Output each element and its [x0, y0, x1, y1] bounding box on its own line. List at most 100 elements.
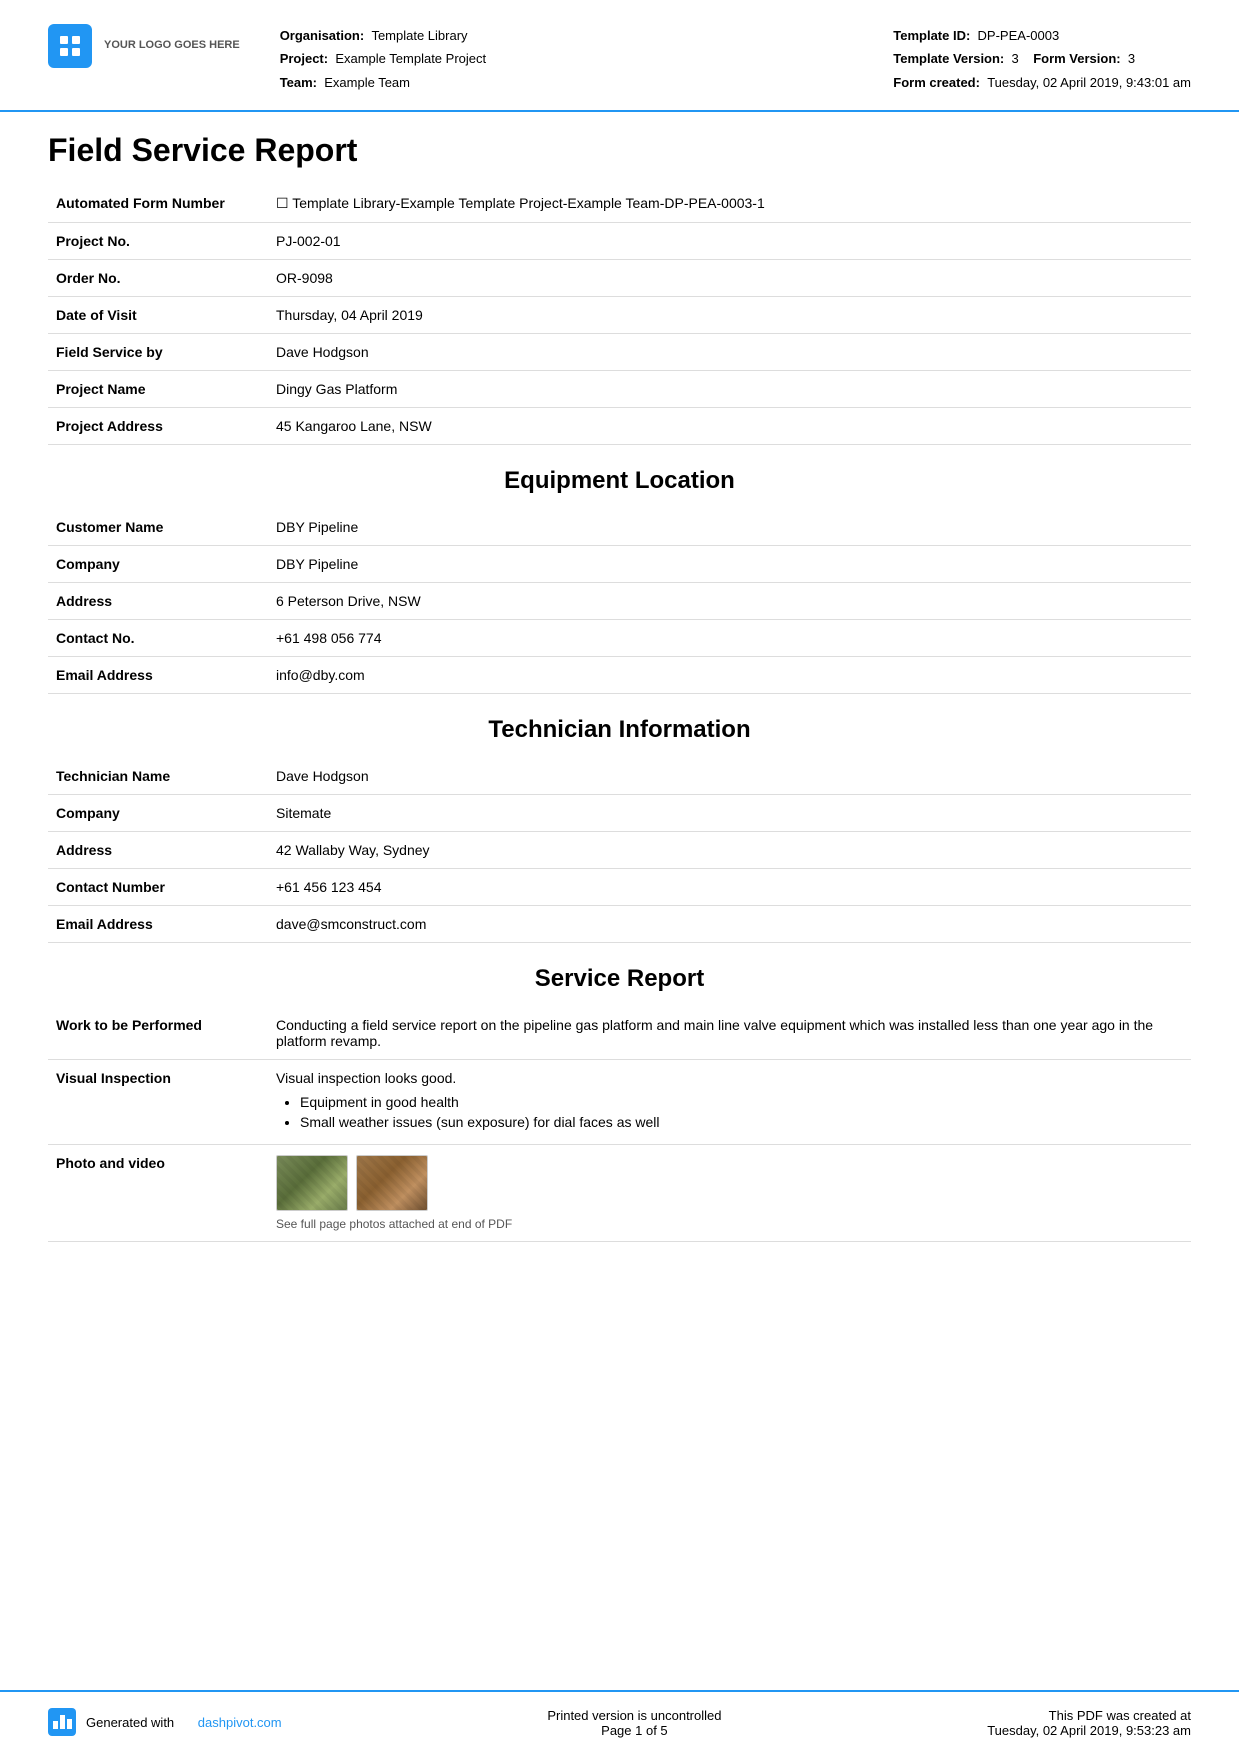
field-value: Sitemate: [268, 795, 1191, 832]
field-value: Visual inspection looks good. Equipment …: [268, 1060, 1191, 1145]
list-item: Equipment in good health: [300, 1094, 1183, 1110]
footer-left: Generated with dashpivot.com: [48, 1708, 282, 1736]
form-created-value: Tuesday, 02 April 2019, 9:43:01 am: [987, 75, 1191, 90]
field-label: Project Address: [48, 408, 268, 445]
generated-text: Generated with: [86, 1715, 174, 1730]
table-row: Contact No. +61 498 056 774: [48, 620, 1191, 657]
table-row: Photo and video See full page photos att…: [48, 1145, 1191, 1242]
field-value: DBY Pipeline: [268, 509, 1191, 546]
table-row: Visual Inspection Visual inspection look…: [48, 1060, 1191, 1145]
equipment-location-heading: Equipment Location: [48, 445, 1191, 509]
form-version-value: 3: [1128, 51, 1135, 66]
table-row: Project Name Dingy Gas Platform: [48, 371, 1191, 408]
field-value: ☐ Template Library-Example Template Proj…: [268, 185, 1191, 223]
version-line: Template Version: 3 Form Version: 3: [893, 47, 1191, 70]
table-row: Address 6 Peterson Drive, NSW: [48, 583, 1191, 620]
visual-inspection-value: Visual inspection looks good.: [276, 1070, 456, 1086]
field-label: Field Service by: [48, 334, 268, 371]
field-label: Photo and video: [48, 1145, 268, 1242]
list-item: Small weather issues (sun exposure) for …: [300, 1114, 1183, 1130]
field-label: Automated Form Number: [48, 185, 268, 223]
field-label: Address: [48, 583, 268, 620]
field-label: Address: [48, 832, 268, 869]
template-id-value: DP-PEA-0003: [978, 28, 1060, 43]
logo-svg: [56, 32, 84, 60]
field-label: Date of Visit: [48, 297, 268, 334]
form-version-label: Form Version:: [1033, 51, 1120, 66]
table-row: Work to be Performed Conducting a field …: [48, 1007, 1191, 1060]
field-value: Dave Hodgson: [268, 758, 1191, 795]
field-label: Work to be Performed: [48, 1007, 268, 1060]
table-row: Company DBY Pipeline: [48, 546, 1191, 583]
uncontrolled-text: Printed version is uncontrolled: [547, 1708, 721, 1723]
header-meta-left: Organisation: Template Library Project: …: [280, 24, 854, 94]
dashpivot-link[interactable]: dashpivot.com: [198, 1715, 282, 1730]
pdf-created-text: This PDF was created at: [987, 1708, 1191, 1723]
field-value: Dave Hodgson: [268, 334, 1191, 371]
template-id-line: Template ID: DP-PEA-0003: [893, 24, 1191, 47]
table-row: Email Address info@dby.com: [48, 657, 1191, 694]
field-value: OR-9098: [268, 260, 1191, 297]
field-value: info@dby.com: [268, 657, 1191, 694]
logo-icon: [48, 24, 92, 68]
form-fields-table: Automated Form Number ☐ Template Library…: [48, 185, 1191, 445]
field-label: Project Name: [48, 371, 268, 408]
field-value: Conducting a field service report on the…: [268, 1007, 1191, 1060]
table-row: Automated Form Number ☐ Template Library…: [48, 185, 1191, 223]
logo-text: YOUR LOGO GOES HERE: [104, 38, 240, 53]
equipment-location-table: Customer Name DBY Pipeline Company DBY P…: [48, 509, 1191, 694]
team-value: Example Team: [324, 75, 410, 90]
table-row: Project Address 45 Kangaroo Lane, NSW: [48, 408, 1191, 445]
field-label: Customer Name: [48, 509, 268, 546]
page: YOUR LOGO GOES HERE Organisation: Templa…: [0, 0, 1239, 1754]
technician-info-heading: Technician Information: [48, 694, 1191, 758]
form-created-line: Form created: Tuesday, 02 April 2019, 9:…: [893, 71, 1191, 94]
field-value: 42 Wallaby Way, Sydney: [268, 832, 1191, 869]
field-value: DBY Pipeline: [268, 546, 1191, 583]
field-value: +61 456 123 454: [268, 869, 1191, 906]
table-row: Contact Number +61 456 123 454: [48, 869, 1191, 906]
technician-info-table: Technician Name Dave Hodgson Company Sit…: [48, 758, 1191, 943]
photo-caption: See full page photos attached at end of …: [276, 1217, 1183, 1231]
bar-2: [60, 1715, 65, 1729]
template-version-label: Template Version:: [893, 51, 1004, 66]
pdf-timestamp: Tuesday, 02 April 2019, 9:53:23 am: [987, 1723, 1191, 1738]
footer-right: This PDF was created at Tuesday, 02 Apri…: [987, 1708, 1191, 1738]
footer-logo-icon: [48, 1708, 76, 1736]
field-value: dave@smconstruct.com: [268, 906, 1191, 943]
field-value: See full page photos attached at end of …: [268, 1145, 1191, 1242]
project-line: Project: Example Template Project: [280, 47, 854, 70]
field-label: Project No.: [48, 223, 268, 260]
header: YOUR LOGO GOES HERE Organisation: Templa…: [0, 0, 1239, 112]
page-title: Field Service Report: [48, 112, 1191, 185]
org-label: Organisation:: [280, 28, 365, 43]
bar-chart-icon: [53, 1715, 72, 1729]
photo-thumbnail-2: [356, 1155, 428, 1211]
table-row: Address 42 Wallaby Way, Sydney: [48, 832, 1191, 869]
project-value: Example Template Project: [335, 51, 486, 66]
team-label: Team:: [280, 75, 317, 90]
field-value: 45 Kangaroo Lane, NSW: [268, 408, 1191, 445]
table-row: Company Sitemate: [48, 795, 1191, 832]
team-line: Team: Example Team: [280, 71, 854, 94]
field-label: Email Address: [48, 906, 268, 943]
service-report-heading: Service Report: [48, 943, 1191, 1007]
field-label: Company: [48, 546, 268, 583]
table-row: Customer Name DBY Pipeline: [48, 509, 1191, 546]
field-label: Contact Number: [48, 869, 268, 906]
page-info: Page 1 of 5: [547, 1723, 721, 1738]
field-label: Visual Inspection: [48, 1060, 268, 1145]
template-id-label: Template ID:: [893, 28, 970, 43]
field-value: 6 Peterson Drive, NSW: [268, 583, 1191, 620]
logo-area: YOUR LOGO GOES HERE: [48, 24, 240, 68]
project-label: Project:: [280, 51, 328, 66]
field-value: +61 498 056 774: [268, 620, 1191, 657]
footer-center: Printed version is uncontrolled Page 1 o…: [547, 1708, 721, 1738]
table-row: Project No. PJ-002-01: [48, 223, 1191, 260]
bar-1: [53, 1721, 58, 1729]
field-value: Dingy Gas Platform: [268, 371, 1191, 408]
table-row: Technician Name Dave Hodgson: [48, 758, 1191, 795]
main-content: Field Service Report Automated Form Numb…: [0, 112, 1239, 1690]
template-version-value: 3: [1012, 51, 1019, 66]
field-label: Technician Name: [48, 758, 268, 795]
